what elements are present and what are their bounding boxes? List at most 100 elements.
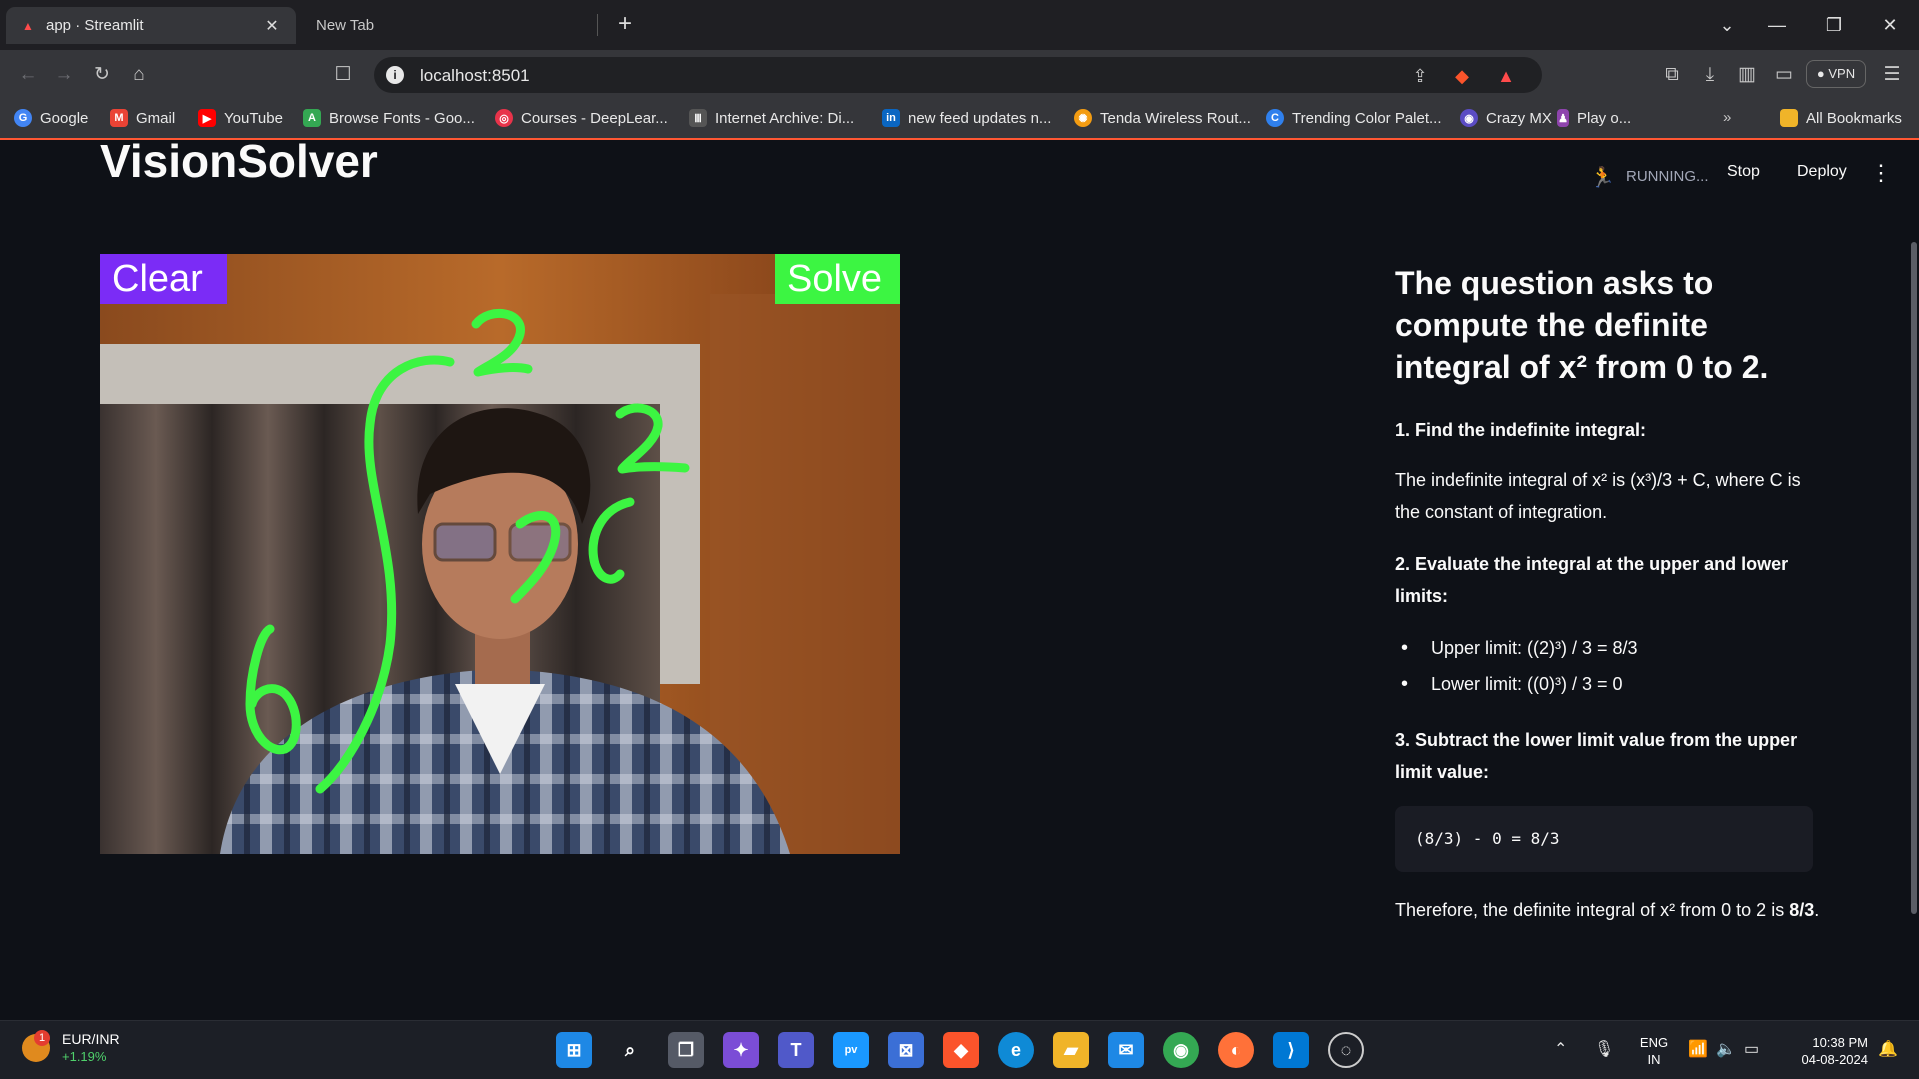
- folder-icon: [1780, 109, 1798, 127]
- close-window-button[interactable]: ✕: [1870, 10, 1910, 40]
- list-item-lower-limit: Lower limit: ((0)³) / 3 = 0: [1395, 666, 1825, 702]
- show-hidden-icons-chevron-icon[interactable]: ⌃: [1554, 1039, 1567, 1059]
- streamlit-header: 🏃 RUNNING... Stop Deploy ⋮: [1590, 142, 1919, 202]
- tab-streamlit-app[interactable]: ▲ app · Streamlit ✕: [6, 7, 296, 44]
- gmail-icon: M: [110, 109, 128, 127]
- bookmark-icon[interactable]: ☐: [329, 61, 357, 89]
- sidebar-icon[interactable]: ▥: [1733, 61, 1761, 89]
- youtube-icon: ▶: [198, 109, 216, 127]
- brave-rewards-icon[interactable]: ▲: [1494, 64, 1518, 88]
- final-answer: Therefore, the definite integral of x² f…: [1395, 894, 1825, 926]
- clear-button[interactable]: Clear: [100, 254, 227, 304]
- code-block[interactable]: (8/3) - 0 = 8/3: [1395, 806, 1813, 872]
- bookmark-internet-archive[interactable]: Ⅲ Internet Archive: Di...: [689, 109, 854, 127]
- home-icon[interactable]: ⌂: [125, 61, 153, 89]
- teams-icon[interactable]: T: [778, 1032, 814, 1068]
- bookmark-label: new feed updates n...: [908, 109, 1052, 127]
- ticker-widget[interactable]: 1 EUR/INR +1.19%: [22, 1030, 120, 1066]
- restore-window-button[interactable]: ❐: [1814, 10, 1854, 40]
- prime-video-icon[interactable]: pv: [833, 1032, 869, 1068]
- vpn-button[interactable]: ● VPN: [1806, 60, 1866, 88]
- menu-icon[interactable]: ☰: [1878, 61, 1906, 89]
- obs-icon[interactable]: ◌: [1328, 1032, 1364, 1068]
- copilot-icon[interactable]: ✦: [723, 1032, 759, 1068]
- bookmarks-overflow-icon[interactable]: »: [1723, 109, 1731, 126]
- brave-browser-icon[interactable]: ◆: [943, 1032, 979, 1068]
- bookmark-label: Courses - DeepLear...: [521, 109, 668, 127]
- bookmark-linkedin[interactable]: in new feed updates n...: [882, 109, 1051, 127]
- bookmark-label: Tenda Wireless Rout...: [1100, 109, 1251, 127]
- solve-button[interactable]: Solve: [775, 254, 900, 304]
- final-answer-text: Therefore, the definite integral of x² f…: [1395, 900, 1790, 920]
- brave-shields-icon[interactable]: ◆: [1450, 64, 1474, 88]
- tab-new-tab[interactable]: New Tab: [302, 14, 598, 36]
- firefox-icon[interactable]: ◐: [1218, 1032, 1254, 1068]
- task-view-icon[interactable]: ❐: [668, 1032, 704, 1068]
- new-tab-button[interactable]: +: [611, 11, 639, 39]
- wifi-icon[interactable]: 📶: [1688, 1039, 1708, 1059]
- search-icon[interactable]: ⌕: [612, 1032, 648, 1068]
- reload-icon[interactable]: ↻: [88, 61, 116, 89]
- microsoft-store-icon[interactable]: ⊠: [888, 1032, 924, 1068]
- share-icon[interactable]: ⇪: [1408, 64, 1432, 88]
- wallet-icon[interactable]: ▭: [1770, 61, 1798, 89]
- bookmark-coolors[interactable]: C Trending Color Palet...: [1266, 109, 1442, 127]
- all-bookmarks-label: All Bookmarks: [1806, 109, 1902, 127]
- battery-icon[interactable]: ▭: [1744, 1039, 1759, 1059]
- bookmark-youtube[interactable]: ▶ YouTube: [198, 109, 283, 127]
- address-bar[interactable]: i localhost:8501 ⇪ ◆ ▲: [374, 57, 1542, 93]
- bookmark-label: Gmail: [136, 109, 176, 127]
- main-menu-kebab-icon[interactable]: ⋮: [1870, 160, 1892, 186]
- streamlit-app: VisionSolver 🏃 RUNNING... Stop Deploy ⋮: [0, 142, 1919, 1020]
- edge-icon[interactable]: e: [998, 1032, 1034, 1068]
- bookmark-tenda[interactable]: ✺ Tenda Wireless Rout...: [1074, 109, 1251, 127]
- bookmark-google[interactable]: G Google: [14, 109, 88, 127]
- bookmark-label: Play o...: [1577, 109, 1632, 127]
- volume-icon[interactable]: 🔈: [1716, 1039, 1736, 1059]
- coolors-icon: C: [1266, 109, 1284, 127]
- ticker-change: +1.19%: [62, 1049, 107, 1064]
- vscode-icon[interactable]: ⟩: [1273, 1032, 1309, 1068]
- downloads-icon[interactable]: ⤓: [1696, 61, 1724, 89]
- bookmark-gmail[interactable]: M Gmail: [110, 109, 175, 127]
- bookmark-crazymx[interactable]: ◉ Crazy MX: [1460, 109, 1552, 127]
- browser-toolbar: ← → ↻ ⌂ ☐ i localhost:8501 ⇪ ◆ ▲ ⧉ ⤓ ▥ ▭…: [0, 50, 1919, 100]
- minimize-window-button[interactable]: —: [1757, 10, 1797, 40]
- microphone-icon[interactable]: 🎙: [1594, 1039, 1614, 1059]
- all-bookmarks[interactable]: All Bookmarks: [1780, 109, 1902, 127]
- back-arrow-icon[interactable]: ←: [14, 61, 42, 89]
- archive-icon: Ⅲ: [689, 109, 707, 127]
- site-info-icon[interactable]: i: [386, 66, 404, 84]
- clock-date: 04-08-2024: [1801, 1052, 1869, 1067]
- extensions-icon[interactable]: ⧉: [1658, 61, 1686, 89]
- linkedin-icon: in: [882, 109, 900, 127]
- chrome-icon[interactable]: ◉: [1163, 1032, 1199, 1068]
- scrollbar-thumb[interactable]: [1911, 242, 1917, 914]
- file-explorer-icon[interactable]: ▰: [1053, 1032, 1089, 1068]
- windows-start-icon[interactable]: ⊞: [556, 1032, 592, 1068]
- bookmark-label: YouTube: [224, 109, 283, 127]
- answer-heading: The question asks to compute the definit…: [1395, 265, 1769, 385]
- ticker-badge: 1: [34, 1030, 50, 1046]
- deploy-button[interactable]: Deploy: [1797, 163, 1847, 181]
- notifications-bell-icon[interactable]: 🔔: [1878, 1039, 1898, 1059]
- bookmark-play[interactable]: ♟ Play o...: [1557, 109, 1631, 127]
- tenda-icon: ✺: [1074, 109, 1092, 127]
- bookmark-google-fonts[interactable]: A Browse Fonts - Goo...: [303, 109, 475, 127]
- tab-search-chevron-icon[interactable]: ⌄: [1707, 10, 1747, 40]
- step-1-text: The indefinite integral of x² is (x³)/3 …: [1395, 470, 1801, 522]
- bookmark-label: Trending Color Palet...: [1292, 109, 1442, 127]
- input-language[interactable]: ENG IN: [1634, 1034, 1674, 1068]
- system-clock[interactable]: 10:38 PM 04-08-2024: [1784, 1034, 1869, 1068]
- mail-icon[interactable]: ✉: [1108, 1032, 1144, 1068]
- bookmark-deeplearning[interactable]: ◎ Courses - DeepLear...: [495, 109, 668, 127]
- stop-button[interactable]: Stop: [1727, 163, 1760, 181]
- ticker-icon: 1: [22, 1030, 50, 1062]
- close-tab-icon[interactable]: ✕: [262, 16, 282, 36]
- webcam-canvas[interactable]: Clear Solve: [100, 254, 900, 854]
- vpn-label: VPN: [1828, 66, 1856, 81]
- address-url: localhost:8501: [420, 66, 530, 85]
- bookmark-label: Browse Fonts - Goo...: [329, 109, 475, 127]
- forward-arrow-icon[interactable]: →: [50, 61, 78, 89]
- clock-time: 10:38 PM: [1812, 1035, 1868, 1050]
